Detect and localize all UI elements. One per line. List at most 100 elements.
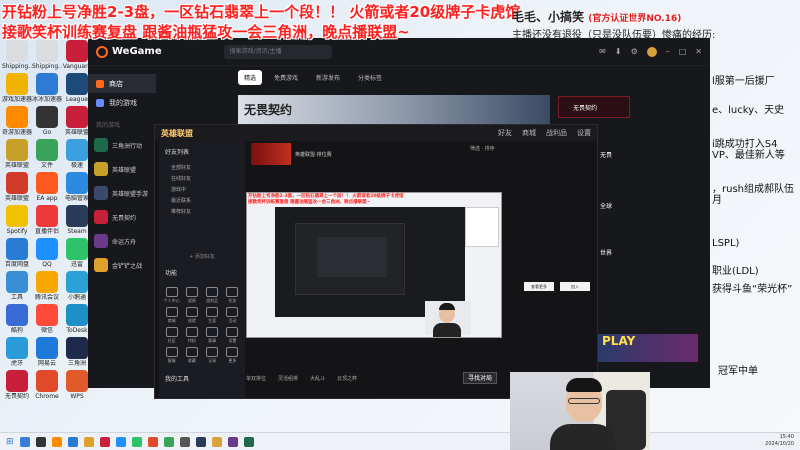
minimize-icon[interactable]: – [666, 47, 670, 56]
desktop-icon[interactable]: 文件 [32, 139, 62, 169]
desktop-icon[interactable]: 英雄联盟 [2, 172, 32, 202]
event-thumbnail[interactable] [251, 143, 291, 165]
lol-logo[interactable]: 英雄联盟 [161, 128, 193, 139]
wegame-game-item[interactable]: 三角洲行动 [88, 133, 156, 157]
filter-sort[interactable]: 筛选 · 排序 [470, 145, 495, 152]
taskbar-app-icon[interactable] [131, 436, 142, 447]
function-cell[interactable]: 收藏 [183, 347, 200, 364]
friend-group[interactable]: 游戏中 [159, 184, 245, 195]
function-cell[interactable]: 设置 [224, 327, 241, 344]
function-cell[interactable]: 成就 [183, 307, 200, 324]
desktop-icon[interactable]: Chrome [32, 370, 62, 400]
desktop-icon[interactable]: 无畏契约 [2, 370, 32, 400]
desktop-icon[interactable]: Go [32, 106, 62, 136]
taskbar-app-icon[interactable] [227, 436, 238, 447]
desktop-icon[interactable]: 虎牙 [2, 337, 32, 367]
lol-tool[interactable]: 好友 [498, 128, 512, 138]
wegame-game-item[interactable]: 无畏契约 [88, 205, 156, 229]
function-cell[interactable]: 战绩 [183, 287, 200, 304]
taskbar-app-icon[interactable] [35, 436, 46, 447]
wegame-game-item[interactable]: 英雄联盟 [88, 157, 156, 181]
taskbar-app-icon[interactable] [243, 436, 254, 447]
download-icon[interactable]: ⬇ [615, 47, 622, 56]
function-cell[interactable]: 商城 [163, 307, 180, 324]
desktop-icon[interactable]: Shipping... [32, 40, 62, 70]
settings-icon[interactable]: ⚙ [631, 47, 638, 56]
function-cell[interactable]: 社区 [163, 327, 180, 344]
lol-tool[interactable]: 商城 [522, 128, 536, 138]
taskbar-app-icon[interactable] [163, 436, 174, 447]
function-cell[interactable]: 活动 [224, 307, 241, 324]
wegame-tab[interactable]: 分类标签 [352, 70, 388, 85]
function-cell[interactable]: 特权 [183, 327, 200, 344]
desktop-icon[interactable]: 微信 [32, 304, 62, 334]
function-cell[interactable]: 任务 [224, 287, 241, 304]
desktop-icon[interactable]: EA app [32, 172, 62, 202]
wegame-game-item[interactable]: 命运方舟 [88, 229, 156, 253]
find-match-button[interactable]: 寻找对局 [463, 372, 497, 384]
wegame-list-item[interactable]: 全球 [600, 201, 612, 210]
queue-mode[interactable]: 单双排位 [246, 375, 266, 382]
panel-button[interactable]: 查看更多 [524, 282, 554, 291]
wegame-tab[interactable]: 精选 [238, 70, 263, 85]
wegame-list-item[interactable]: 世界 [600, 248, 612, 257]
wegame-banner-side-card[interactable]: 无畏契约 [558, 96, 630, 118]
taskbar-app-icon[interactable] [51, 436, 62, 447]
wegame-game-item[interactable]: 英雄联盟手游 [88, 181, 156, 205]
taskbar-app-icon[interactable] [211, 436, 222, 447]
wegame-search-input[interactable]: 搜索游戏/资讯/主播 [223, 44, 332, 59]
taskbar-app-icon[interactable] [195, 436, 206, 447]
desktop-icon[interactable]: 英雄联盟 [2, 139, 32, 169]
function-cell[interactable]: 更多 [224, 347, 241, 364]
wegame-nav-item[interactable]: 商店 [88, 74, 156, 93]
taskbar-app-icon[interactable] [147, 436, 158, 447]
wegame-game-item[interactable]: 金铲铲之战 [88, 253, 156, 277]
maximize-icon[interactable]: □ [679, 47, 687, 56]
desktop-icon[interactable]: QQ [32, 238, 62, 268]
close-icon[interactable]: ✕ [695, 47, 702, 56]
desktop-icon[interactable]: 冰冰加速器 [32, 73, 62, 103]
queue-mode[interactable]: 灵活组排 [278, 375, 298, 382]
desktop-icon[interactable]: 直播伴侣 [32, 205, 62, 235]
desktop-icon[interactable]: 腾讯会议 [32, 271, 62, 301]
avatar[interactable] [646, 46, 657, 57]
function-cell[interactable]: 记录 [204, 347, 221, 364]
taskbar-app-icon[interactable] [83, 436, 94, 447]
taskbar-app-icon[interactable] [99, 436, 110, 447]
function-cell[interactable]: 客服 [163, 347, 180, 364]
function-cell[interactable]: 个人中心 [163, 287, 180, 304]
friend-group[interactable]: 在线好友 [159, 173, 245, 184]
wegame-nav-item[interactable]: 我的游戏 [88, 93, 156, 112]
friend-group[interactable]: 最近联系 [159, 195, 245, 206]
desktop-icon[interactable]: 奇游加速器 [2, 106, 32, 136]
taskbar-app-icon[interactable] [67, 436, 78, 447]
desktop-icon[interactable]: 网易云 [32, 337, 62, 367]
desktop-icon[interactable]: 酷狗 [2, 304, 32, 334]
desktop-icon[interactable]: Spotify [2, 205, 32, 235]
taskbar-app-icon[interactable] [115, 436, 126, 447]
desktop-icon[interactable]: 游戏加速器 [2, 73, 32, 103]
desktop-icon[interactable]: Shipping... [2, 40, 32, 70]
wegame-logo[interactable]: WeGame [96, 45, 162, 58]
friend-group[interactable]: 推荐好友 [159, 206, 245, 217]
system-clock[interactable]: 15:40 2024/10/20 [765, 434, 794, 448]
wegame-tab[interactable]: 免费游戏 [268, 70, 304, 85]
desktop-icon[interactable]: 百度网盘 [2, 238, 32, 268]
friend-group[interactable]: 全部好友 [159, 162, 245, 173]
function-cell[interactable]: 赛事 [204, 327, 221, 344]
function-cell[interactable]: 生涯 [204, 307, 221, 324]
add-friend-button[interactable]: + 添加好友 [159, 251, 245, 262]
mail-icon[interactable]: ✉ [599, 47, 606, 56]
taskbar-app-icon[interactable] [19, 436, 30, 447]
taskbar-app-icon[interactable] [179, 436, 190, 447]
desktop-icon[interactable]: 工具 [2, 271, 32, 301]
wegame-tab[interactable]: 新游发布 [310, 70, 346, 85]
queue-mode[interactable]: 云顶之弈 [337, 375, 357, 382]
function-cell[interactable]: 战利品 [204, 287, 221, 304]
panel-button[interactable]: 加入 [560, 282, 590, 291]
lol-tool[interactable]: 战利品 [546, 128, 567, 138]
wegame-list-item[interactable]: 无畏 [600, 150, 612, 159]
queue-mode[interactable]: 大乱斗 [310, 375, 325, 382]
start-menu-icon[interactable]: ⊞ [6, 437, 14, 447]
lol-tool[interactable]: 设置 [577, 128, 591, 138]
